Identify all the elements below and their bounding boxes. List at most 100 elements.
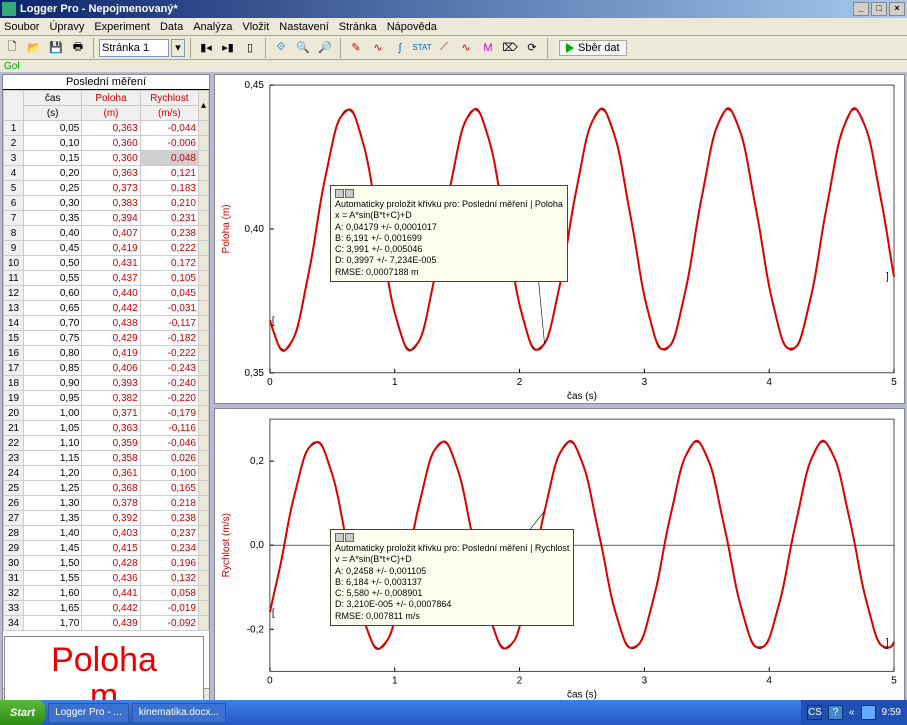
svg-text:čas (s): čas (s) [567, 391, 597, 402]
svg-text:Rychlost (m/s): Rychlost (m/s) [221, 513, 232, 577]
new-icon[interactable]: 🗋 [2, 38, 22, 58]
table-row[interactable]: 251,250,3680,165 [4, 481, 209, 496]
menu-stránka[interactable]: Stránka [339, 21, 377, 33]
page-selector[interactable] [99, 39, 169, 57]
data-table[interactable]: časPolohaRychlost▴(s)(m)(m/s) 10,050,363… [3, 90, 209, 631]
prev-icon[interactable]: ▮◂ [196, 38, 216, 58]
model-icon[interactable]: M [478, 38, 498, 58]
table-row[interactable]: 20,100,360-0,006 [4, 136, 209, 151]
table-row[interactable]: 221,100,359-0,046 [4, 436, 209, 451]
fitbox-close-icon[interactable] [335, 533, 344, 542]
svg-text:0,35: 0,35 [245, 368, 265, 379]
table-row[interactable]: 150,750,429-0,182 [4, 331, 209, 346]
stats-icon[interactable]: STAT [412, 38, 432, 58]
table-row[interactable]: 291,450,4150,234 [4, 541, 209, 556]
tray-arrow-icon[interactable]: « [849, 707, 855, 718]
minimize-button[interactable]: _ [853, 2, 869, 16]
table-row[interactable]: 180,900,393-0,240 [4, 376, 209, 391]
lang-icon[interactable]: CS [807, 705, 822, 720]
print-icon[interactable]: 🖶 [68, 38, 88, 58]
table-row[interactable]: 100,500,4310,172 [4, 256, 209, 271]
menu-soubor[interactable]: Soubor [4, 21, 39, 33]
system-tray[interactable]: CS ? « 9:59 [801, 700, 907, 725]
clock[interactable]: 9:59 [882, 707, 901, 718]
autoscale-icon[interactable]: ⟐ [271, 38, 291, 58]
table-row[interactable]: 10,050,363-0,044 [4, 121, 209, 136]
maximize-button[interactable]: □ [871, 2, 887, 16]
table-row[interactable]: 130,650,442-0,031 [4, 301, 209, 316]
page-dropdown-icon[interactable]: ▾ [171, 39, 185, 57]
chart-poloha[interactable]: 0,350,400,45012345[]Poloha (m)čas (s) Au… [214, 74, 905, 404]
tangent-icon[interactable]: ∿ [368, 38, 388, 58]
examine-icon[interactable]: ✎ [346, 38, 366, 58]
menu-nastavení[interactable]: Nastavení [279, 21, 329, 33]
open-icon[interactable]: 📂 [24, 38, 44, 58]
collect-button[interactable]: Sběr dat [559, 40, 627, 56]
svg-text:0,2: 0,2 [250, 456, 264, 467]
menu-vložit[interactable]: Vložit [242, 21, 269, 33]
table-row[interactable]: 311,550,4360,132 [4, 571, 209, 586]
network-icon[interactable] [861, 705, 876, 720]
fit-box-rychlost[interactable]: Automaticky proložit křivku pro: Posledn… [330, 529, 574, 626]
menu-data[interactable]: Data [160, 21, 183, 33]
fit-box-poloha[interactable]: Automaticky proložit křivku pro: Posledn… [330, 185, 568, 282]
menu-analýza[interactable]: Analýza [193, 21, 232, 33]
fitbox-opts-icon[interactable] [345, 533, 354, 542]
next-icon[interactable]: ▸▮ [218, 38, 238, 58]
svg-text:4: 4 [766, 675, 772, 686]
fitbox-close-icon[interactable] [335, 189, 344, 198]
table-row[interactable]: 90,450,4190,222 [4, 241, 209, 256]
device-icon[interactable]: ▯ [240, 38, 260, 58]
table-row[interactable]: 271,350,3920,238 [4, 511, 209, 526]
start-button[interactable]: Start [0, 700, 45, 725]
table-row[interactable]: 241,200,3610,100 [4, 466, 209, 481]
table-row[interactable]: 341,700,439-0,092 [4, 616, 209, 631]
close-button[interactable]: × [889, 2, 905, 16]
svg-text:2: 2 [517, 377, 523, 388]
table-row[interactable]: 30,150,3600,048 [4, 151, 209, 166]
table-row[interactable]: 231,150,3580,026 [4, 451, 209, 466]
zoom-in-icon[interactable]: 🔍 [293, 38, 313, 58]
table-row[interactable]: 301,500,4280,196 [4, 556, 209, 571]
table-row[interactable]: 211,050,363-0,116 [4, 421, 209, 436]
meter-label: Poloha [51, 643, 157, 679]
table-row[interactable]: 190,950,382-0,220 [4, 391, 209, 406]
table-row[interactable]: 70,350,3940,231 [4, 211, 209, 226]
table-row[interactable]: 50,250,3730,183 [4, 181, 209, 196]
fit-B: B: 6,191 +/- 0,001699 [335, 233, 563, 244]
fit-A: A: 0,04179 +/- 0,0001017 [335, 222, 563, 233]
curve-fit-icon[interactable]: ∿ [456, 38, 476, 58]
table-row[interactable]: 160,800,419-0,222 [4, 346, 209, 361]
table-row[interactable]: 261,300,3780,218 [4, 496, 209, 511]
taskbar-item[interactable]: kinematika.docx... [132, 703, 226, 723]
table-row[interactable]: 331,650,442-0,019 [4, 601, 209, 616]
table-row[interactable]: 170,850,406-0,243 [4, 361, 209, 376]
table-row[interactable]: 140,700,438-0,117 [4, 316, 209, 331]
restore-icon[interactable]: ⟳ [522, 38, 542, 58]
chart-rychlost[interactable]: -0,20,00,2012345[]Rychlost (m/s)čas (s) … [214, 408, 905, 703]
linear-fit-icon[interactable]: ⟋ [434, 38, 454, 58]
help-icon[interactable]: ? [828, 705, 843, 720]
table-row[interactable]: 201,000,371-0,179 [4, 406, 209, 421]
toolbar: 🗋 📂 💾 🖶 ▾ ▮◂ ▸▮ ▯ ⟐ 🔍 🔎 ✎ ∿ ∫ STAT ⟋ ∿ M… [0, 36, 907, 60]
zoom-out-icon[interactable]: 🔎 [315, 38, 335, 58]
table-row[interactable]: 40,200,3630,121 [4, 166, 209, 181]
fitbox-opts-icon[interactable] [345, 189, 354, 198]
menu-nápověda[interactable]: Nápověda [387, 21, 437, 33]
table-row[interactable]: 110,550,4370,105 [4, 271, 209, 286]
table-row[interactable]: 60,300,3830,210 [4, 196, 209, 211]
menu-úpravy[interactable]: Úpravy [49, 21, 84, 33]
menubar: Soubor Úpravy Experiment Data Analýza Vložit N… [0, 18, 907, 36]
menu-experiment[interactable]: Experiment [94, 21, 150, 33]
table-row[interactable]: 120,600,4400,045 [4, 286, 209, 301]
integral-icon[interactable]: ∫ [390, 38, 410, 58]
fit-rmse: RMSE: 0,007811 m/s [335, 611, 569, 622]
table-row[interactable]: 80,400,4070,238 [4, 226, 209, 241]
table-row[interactable]: 281,400,4030,237 [4, 526, 209, 541]
taskbar-item[interactable]: Logger Pro - ... [48, 703, 129, 723]
save-icon[interactable]: 💾 [46, 38, 66, 58]
strike-icon[interactable]: ⌦ [500, 38, 520, 58]
svg-text:0,45: 0,45 [245, 80, 265, 91]
table-title: Poslední měření [3, 75, 209, 90]
table-row[interactable]: 321,600,4410,058 [4, 586, 209, 601]
